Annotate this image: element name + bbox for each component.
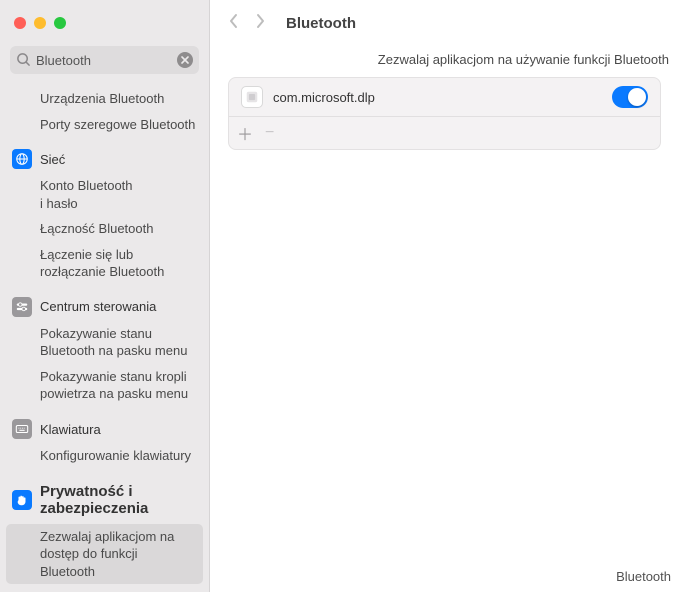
sidebar-category-keyboard[interactable]: Klawiatura [0,415,209,443]
app-toggle[interactable] [612,86,648,108]
sidebar-category-network[interactable]: Sieć [0,145,209,173]
sidebar-item-bt-connectivity[interactable]: Łączność Bluetooth [0,216,209,242]
close-window-button[interactable] [14,17,26,29]
sidebar: Urządzenia Bluetooth Porty szeregowe Blu… [0,0,210,592]
sidebar-category-control-center[interactable]: Centrum sterowania [0,293,209,321]
search-input[interactable] [36,53,173,68]
minimize-window-button[interactable] [34,17,46,29]
app-row: com.microsoft.dlp [229,78,660,117]
chevron-left-icon [228,13,240,29]
search-field[interactable] [10,46,199,74]
window-controls [0,0,209,46]
breadcrumb: Bluetooth [210,0,679,46]
keyboard-icon [15,422,29,436]
sliders-icon [15,300,29,314]
footer-hint: Bluetooth [616,569,671,584]
close-icon [181,56,189,64]
sidebar-category-label: Prywatność i zabezpieczenia [40,483,197,517]
app-name: com.microsoft.dlp [273,90,612,105]
app-list-panel: com.microsoft.dlp ＋ − [228,77,661,150]
sidebar-item-bt-account[interactable]: Konto Bluetooth i hasło [0,173,209,216]
sidebar-item-bt-access[interactable]: Zezwalaj aplikacjom na dostęp do funkcji… [6,524,203,585]
page-description: Zezwalaj aplikacjom na używanie funkcji … [210,46,679,77]
sidebar-category-label: Sieć [40,152,65,167]
clear-search-button[interactable] [177,52,193,68]
sidebar-category-label: Centrum sterowania [40,299,156,314]
search-icon [16,52,31,67]
sidebar-item-bt-connect-disconnect[interactable]: Łączenie się lub rozłączanie Bluetooth [0,242,209,285]
maximize-window-button[interactable] [54,17,66,29]
sidebar-item-airdrop-menubar[interactable]: Pokazywanie stanu kropli powietrza na pa… [0,364,209,407]
add-button[interactable]: ＋ [237,121,253,145]
back-button[interactable] [228,13,240,34]
sidebar-category-privacy[interactable]: Prywatność i zabezpieczenia [0,477,209,523]
sidebar-item-keyboard-config[interactable]: Konfigurowanie klawiatury [0,443,209,469]
sidebar-item-bt-menubar[interactable]: Pokazywanie stanu Bluetooth na pasku men… [0,321,209,364]
page-title: Bluetooth [286,15,356,32]
sidebar-item-bt-serial[interactable]: Porty szeregowe Bluetooth [0,112,209,138]
main-pane: Bluetooth Zezwalaj aplikacjom na używani… [210,0,679,592]
globe-icon [15,152,29,166]
hand-icon [15,493,29,507]
sidebar-item-bt-devices[interactable]: Urządzenia Bluetooth [0,86,209,112]
app-icon [241,86,263,108]
list-footer: ＋ − [229,117,660,149]
chevron-right-icon [254,13,266,29]
forward-button[interactable] [254,13,266,34]
generic-app-icon [245,90,259,104]
remove-button[interactable]: − [265,124,274,142]
sidebar-category-label: Klawiatura [40,422,101,437]
